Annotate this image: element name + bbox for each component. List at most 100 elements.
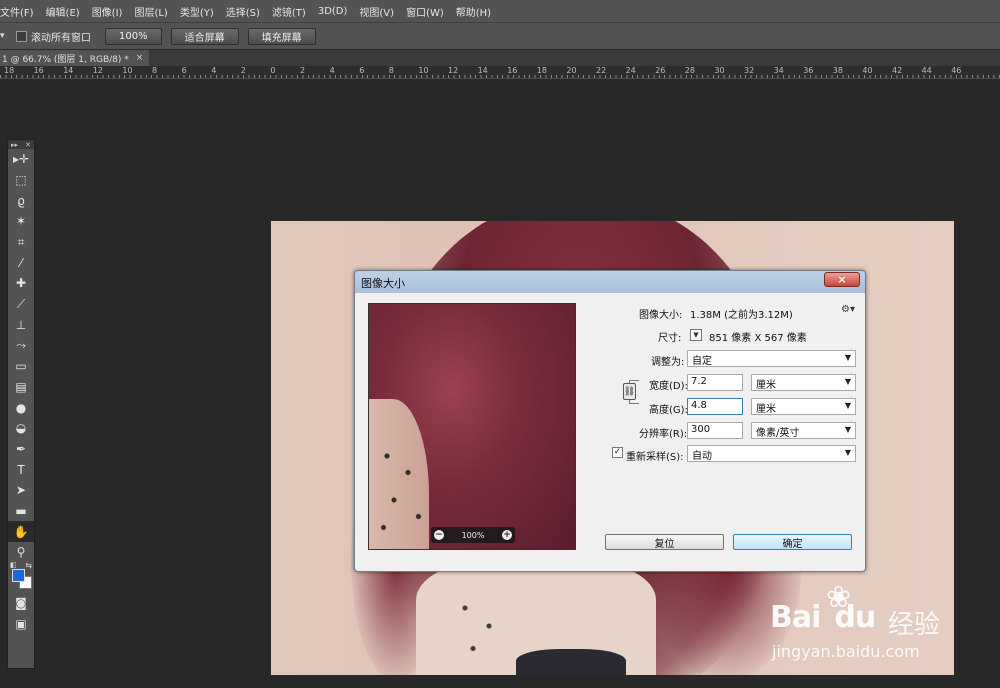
menu-file[interactable]: 文件(F) [0,4,40,19]
zoom-out-icon[interactable]: − [434,530,444,540]
menu-filter[interactable]: 滤镜(T) [266,4,312,19]
brush-tool-icon[interactable]: ⟋ [8,294,34,315]
default-colors-icon[interactable]: ◧ [10,561,17,569]
ruler-tick-label: 40 [862,66,873,75]
ruler-tick-label: 2 [300,66,306,75]
type-tool-icon[interactable]: T [8,459,34,480]
preview-zoom-control: − 100% + [431,527,515,543]
marquee-tool-icon[interactable]: ⬚ [8,170,34,191]
menu-image[interactable]: 图像(I) [86,4,129,19]
fit-to-select[interactable]: 自定 ▼ [687,350,856,367]
history-brush-icon[interactable]: ⤳ [8,335,34,356]
menu-type[interactable]: 类型(Y) [174,4,220,19]
scroll-all-windows-checkbox[interactable] [16,30,27,42]
ruler-tick-label: 4 [329,66,335,75]
quick-mask-icon[interactable]: ◙ [8,593,34,614]
menu-help[interactable]: 帮助(H) [450,4,497,19]
foreground-color-swatch[interactable] [12,568,25,582]
ruler-tick-label: 4 [211,66,217,75]
ruler-tick-label: 18 [536,66,547,75]
close-icon[interactable]: × [136,53,144,63]
ruler-tick-label: 2 [240,66,246,75]
chevron-down-icon: ▼ [844,353,851,362]
move-tool-icon[interactable]: ▸✛ [8,149,34,170]
clone-stamp-icon[interactable]: ⊥ [8,315,34,336]
ruler-tick-label: 12 [448,66,459,75]
width-field[interactable]: 7.2 [687,374,743,391]
pen-tool-icon[interactable]: ✒ [8,439,34,460]
width-unit-select[interactable]: 厘米 ▼ [751,374,856,391]
crop-tool-icon-glyph: ⌗ [17,234,25,249]
ruler-tick-label: 20 [566,66,577,75]
ruler-tick-label: 8 [388,66,394,75]
toolbox-header[interactable]: ▸▸ ✕ [8,140,34,149]
dialog-close-button[interactable]: × [824,272,860,287]
lasso-tool-icon[interactable]: ϱ [8,190,34,211]
resample-select[interactable]: 自动 ▼ [687,445,856,462]
menu-view[interactable]: 视图(V) [353,4,400,19]
magic-wand-icon[interactable]: ✶ [8,211,34,232]
width-unit-value: 厘米 [756,380,776,391]
path-selection-icon-glyph: ➤ [15,483,27,498]
zoom-tool-icon[interactable]: ⚲ [8,542,34,563]
resample-checkbox[interactable]: ✓ [612,447,623,458]
blur-tool-icon[interactable]: ● [8,397,34,418]
scroll-all-windows-label: 滚动所有窗口 [31,32,91,44]
gear-icon[interactable]: ⚙▾ [841,304,855,315]
hand-tool-icon[interactable]: ✋ [8,521,34,543]
history-brush-icon-glyph: ⤳ [16,338,26,353]
close-icon[interactable]: ✕ [25,141,31,149]
healing-brush-icon[interactable]: ✚ [8,273,34,294]
menu-3d[interactable]: 3D(D) [312,6,354,17]
expand-icon[interactable]: ▸▸ [11,141,18,149]
swap-colors-icon[interactable]: ⇆ [25,561,32,570]
dimensions-label: 尺寸: [658,333,682,344]
photo-tattoo [441,581,521,671]
image-size-value: 1.38M (之前为3.12M) [690,310,793,321]
height-field[interactable]: 4.8 [687,398,743,415]
zoom-100-button[interactable]: 100% [105,27,162,45]
fill-screen-button[interactable]: 填充屏幕 [247,27,316,45]
watermark-brand-cn: 经验 [888,610,941,640]
rectangle-tool-icon[interactable]: ▬ [8,501,34,522]
preview-image[interactable]: − 100% + [368,303,576,550]
reset-button[interactable]: 复位 [605,534,724,550]
menu-layer[interactable]: 图层(L) [128,4,173,19]
ruler-tick-label: 28 [684,66,695,75]
gradient-tool-icon[interactable]: ▤ [8,377,34,398]
fit-screen-button[interactable]: 适合屏幕 [170,27,239,45]
resolution-field[interactable]: 300 [687,422,743,439]
ruler-tick-label: 0 [270,66,276,75]
ruler-tick-label: 16 [33,66,44,75]
ruler-tick-label: 8 [152,66,158,75]
ok-button[interactable]: 确定 [733,534,852,550]
marquee-tool-icon-glyph: ⬚ [15,173,27,188]
screen-mode-icon[interactable]: ▣ [8,613,34,634]
document-tab-bar: 1 @ 66.7% (图层 1, RGB/8) * × [0,50,1000,66]
height-unit-select[interactable]: 厘米 ▼ [751,398,856,415]
hand-tool-icon-glyph: ✋ [13,524,29,539]
menu-window[interactable]: 窗口(W) [400,4,450,19]
dodge-tool-icon[interactable]: ◒ [8,418,34,439]
ruler-tick-label: 32 [744,66,755,75]
ruler-tick-label: 14 [477,66,488,75]
document-tab[interactable]: 1 @ 66.7% (图层 1, RGB/8) * × [0,50,150,66]
crop-tool-icon[interactable]: ⌗ [8,232,34,253]
tool-preset-caret-icon[interactable]: ▾ [0,31,6,41]
zoom-in-icon[interactable]: + [502,530,512,540]
menu-edit[interactable]: 编辑(E) [40,4,86,19]
dimensions-dropdown-icon[interactable]: ▼ [690,329,702,341]
ruler-tick-label: 10 [418,66,429,75]
eyedropper-icon[interactable]: ⁄ [8,252,34,273]
resolution-unit-select[interactable]: 像素/英寸 ▼ [751,422,856,439]
menu-bar: 文件(F) 编辑(E) 图像(I) 图层(L) 类型(Y) 选择(S) 滤镜(T… [0,0,1000,22]
menu-select[interactable]: 选择(S) [220,4,266,19]
eraser-icon[interactable]: ▭ [8,356,34,377]
dodge-tool-icon-glyph: ◒ [15,421,27,436]
ruler-tick-label: 10 [122,66,133,75]
eraser-icon-glyph: ▭ [15,359,27,374]
dimensions-value: 851 像素 X 567 像素 [709,333,807,344]
link-icon[interactable]: ⛓ [623,383,636,400]
path-selection-icon[interactable]: ➤ [8,480,34,501]
watermark-url: jingyan.baidu.com [772,642,920,661]
